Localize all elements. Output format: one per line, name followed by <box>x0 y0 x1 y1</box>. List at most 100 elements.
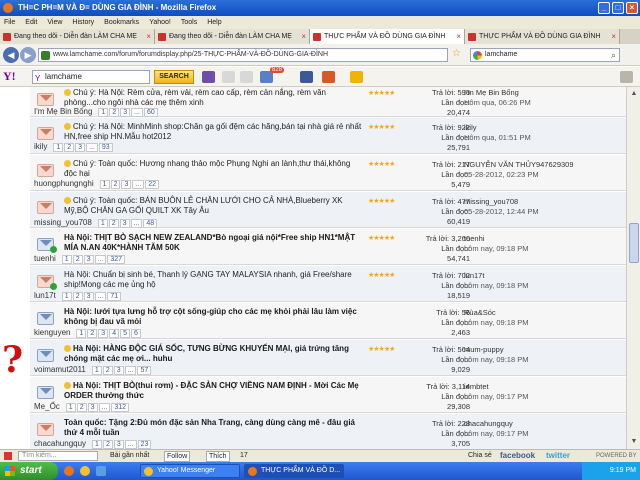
last-post-user[interactable]: iembtet <box>464 382 528 392</box>
thread-author[interactable]: chacahungquy <box>34 439 86 448</box>
go-to-new-icon[interactable] <box>50 246 57 253</box>
menu-file[interactable]: File <box>4 16 15 29</box>
back-button[interactable]: ◀ <box>3 47 19 63</box>
toolbar-chevron-icon[interactable] <box>620 71 633 83</box>
thread-author[interactable]: voimamut2011 <box>34 365 86 374</box>
page-links[interactable]: 123456 <box>76 329 141 338</box>
page-links[interactable]: 1 2 3... 22 <box>99 180 160 189</box>
share-button[interactable]: Chia sẻ <box>468 450 492 462</box>
thread-author[interactable]: I'm Mẹ Bin Bống <box>34 107 92 116</box>
browser-tab-active[interactable]: THỰC PHẨM VÀ ĐỒ DÙNG GIA ĐÌNH × <box>310 29 465 44</box>
last-post-user[interactable]: Rùa&Sóc <box>464 308 528 318</box>
browser-tab[interactable]: Đang theo dõi - Diễn đàn LÀM CHA MẸ × <box>0 29 155 44</box>
thread-author[interactable]: missing_you708 <box>34 218 92 227</box>
thread-title[interactable]: Hà Nội: lưới tựa lưng hỗ trợ cột sống-gi… <box>64 307 364 327</box>
like-button[interactable]: Thích <box>206 451 230 462</box>
vertical-scrollbar[interactable]: ▲ ▼ <box>626 87 640 449</box>
last-post-user[interactable]: tuenhi <box>464 234 528 244</box>
thread-author[interactable]: Me_Ốc <box>34 402 60 411</box>
thread-author[interactable]: kienguyen <box>34 328 70 337</box>
thread-title[interactable]: Chú ý: Hà Nội: Rèm cửa, rèm vải, rèm cao… <box>64 88 364 108</box>
yahoo-home-icon[interactable] <box>202 71 215 83</box>
last-post-user[interactable]: chacahungquy <box>464 419 528 429</box>
quicklaunch-desktop-icon[interactable] <box>96 466 106 476</box>
facebook-link[interactable]: facebook <box>500 450 535 462</box>
tab-close-icon[interactable]: × <box>146 29 151 44</box>
thread-author[interactable]: lun17t <box>34 291 56 300</box>
thread-row[interactable]: Chú ý: Hà Nội: Rèm cửa, rèm vải, rèm cao… <box>30 87 626 117</box>
thread-row[interactable]: Hà Nội: Chuẩn bị sinh bé, Thanh lý GẠNG … <box>30 266 626 302</box>
tab-close-icon[interactable]: × <box>456 29 461 44</box>
yahoo-logo[interactable]: Y! <box>3 69 16 84</box>
browser-tab[interactable]: Đang theo dõi - Diễn đàn LÀM CHA MẸ × <box>155 29 310 44</box>
menu-yahoo[interactable]: Yahoo! <box>149 16 171 29</box>
recent-post-link[interactable]: Bài gần nhất <box>110 450 149 462</box>
scroll-up-icon[interactable]: ▲ <box>628 88 640 100</box>
forward-button[interactable]: ▶ <box>20 47 36 63</box>
yahoo-toolbar-icon[interactable] <box>240 71 253 83</box>
go-to-new-icon[interactable] <box>50 283 57 290</box>
thread-row[interactable]: Hà Nội: HÀNG ĐỘC GIÁ SỐC, TƯNG BỪNG KHUY… <box>30 340 626 376</box>
last-post-user[interactable]: NGUYỄN VĂN THỦY947629309 <box>464 160 574 170</box>
follow-button[interactable]: Follow <box>164 451 191 462</box>
start-button[interactable]: start <box>0 462 58 480</box>
page-links[interactable]: 1 2 3... 71 <box>61 292 122 301</box>
menu-bookmarks[interactable]: Bookmarks <box>104 16 139 29</box>
page-links[interactable]: 1 2 3... 327 <box>61 255 126 264</box>
facebook-icon[interactable] <box>300 71 313 83</box>
menu-tools[interactable]: Tools <box>181 16 197 29</box>
bookmark-star-icon[interactable]: ☆ <box>452 48 461 59</box>
thread-row[interactable]: Chú ý: Toàn quốc: Hương nhang thảo mộc P… <box>30 155 626 191</box>
menu-edit[interactable]: Edit <box>25 16 37 29</box>
search-input[interactable]: lamchame ⌕ <box>470 48 620 62</box>
thread-author[interactable]: tuenhi <box>34 254 56 263</box>
menu-history[interactable]: History <box>72 16 94 29</box>
twitter-link[interactable]: twitter <box>546 450 570 462</box>
thread-row[interactable]: Hà Nội: lưới tựa lưng hỗ trợ cột sống-gi… <box>30 303 626 339</box>
taskbar-messenger[interactable]: Yahoo! Messenger <box>140 464 240 478</box>
clock[interactable]: 9:19 PM <box>610 467 636 474</box>
menu-help[interactable]: Help <box>207 16 221 29</box>
scroll-down-icon[interactable]: ▼ <box>628 436 640 448</box>
thread-title[interactable]: Hà Nội: THỊT BÒ(thui rơm) - ĐẶC SẢN CHỢ … <box>64 381 364 401</box>
thread-author[interactable]: ikily <box>34 142 47 151</box>
search-icon[interactable]: ⌕ <box>611 49 616 61</box>
menu-view[interactable]: View <box>47 16 62 29</box>
thread-title[interactable]: Chú ý: Hà Nội: MinhMinh shop:Chăn ga gối… <box>64 122 364 142</box>
last-post-user[interactable]: I'm Mẹ Bin Bống <box>464 88 531 98</box>
browser-tab[interactable]: THỰC PHẨM VÀ ĐỒ DÙNG GIA ĐÌNH × <box>465 29 620 44</box>
thread-row[interactable]: Hà Nội: THỊT BÒ(thui rơm) - ĐẶC SẢN CHỢ … <box>30 377 626 413</box>
yahoo-search-button[interactable]: SEARCH <box>154 70 194 84</box>
page-links[interactable]: 1 2 3... 312 <box>65 403 130 412</box>
thread-row[interactable]: Toàn quốc: Tặng 2:Đủ món đặc sản Nha Tra… <box>30 414 626 449</box>
yahoo-toolbar-icon[interactable] <box>350 71 363 83</box>
thread-title[interactable]: Chú ý: Toàn quốc: BÁN BUÔN LẺ CHĂN LƯỚI … <box>64 196 364 216</box>
taskbar-firefox[interactable]: THỰC PHẨM VÀ ĐỒ D... <box>244 464 344 478</box>
page-links[interactable]: 1 2 3... 57 <box>91 366 152 375</box>
yahoo-toolbar-icon[interactable] <box>322 71 335 83</box>
quicklaunch-messenger-icon[interactable] <box>80 466 90 476</box>
thread-title[interactable]: Hà Nội: THỊT BÒ SẠCH NEW ZEALAND*Bò ngoạ… <box>64 233 364 253</box>
thread-title[interactable]: Hà Nội: Chuẩn bị sinh bé, Thanh lý GẠNG … <box>64 270 364 290</box>
thread-author[interactable]: huongphungnghi <box>34 179 94 188</box>
page-links[interactable]: 1 2 3... 93 <box>53 143 113 152</box>
address-bar[interactable]: www.lamchame.com/forum/forumdisplay.php/… <box>38 48 448 62</box>
scrollbar-thumb[interactable] <box>629 223 639 263</box>
tab-close-icon[interactable]: × <box>611 29 616 44</box>
page-links[interactable]: 1 2 3... 48 <box>97 219 158 228</box>
thread-row[interactable]: Chú ý: Toàn quốc: BÁN BUÔN LẺ CHĂN LƯỚI … <box>30 192 626 228</box>
thread-row[interactable]: Chú ý: Hà Nội: MinhMinh shop:Chăn ga gối… <box>30 118 626 154</box>
quicklaunch-firefox-icon[interactable] <box>64 466 74 476</box>
thread-row[interactable]: Hà Nội: THỊT BÒ SẠCH NEW ZEALAND*Bò ngoạ… <box>30 229 626 265</box>
last-post-user[interactable]: missing_you708 <box>464 197 539 207</box>
thread-title[interactable]: Chú ý: Toàn quốc: Hương nhang thảo mộc P… <box>64 159 364 179</box>
last-post-user[interactable]: ikily <box>464 123 531 133</box>
last-post-user[interactable]: mum-puppy <box>464 345 528 355</box>
minimize-button[interactable]: _ <box>598 2 610 14</box>
page-links[interactable]: 1 2 3... 60 <box>98 108 158 117</box>
status-search-input[interactable]: Tìm kiếm... <box>18 451 98 461</box>
close-button[interactable]: × <box>626 2 638 14</box>
maximize-button[interactable]: □ <box>612 2 624 14</box>
thread-title[interactable]: Hà Nội: HÀNG ĐỘC GIÁ SỐC, TƯNG BỪNG KHUY… <box>64 344 364 364</box>
yahoo-toolbar-icon[interactable] <box>222 71 235 83</box>
